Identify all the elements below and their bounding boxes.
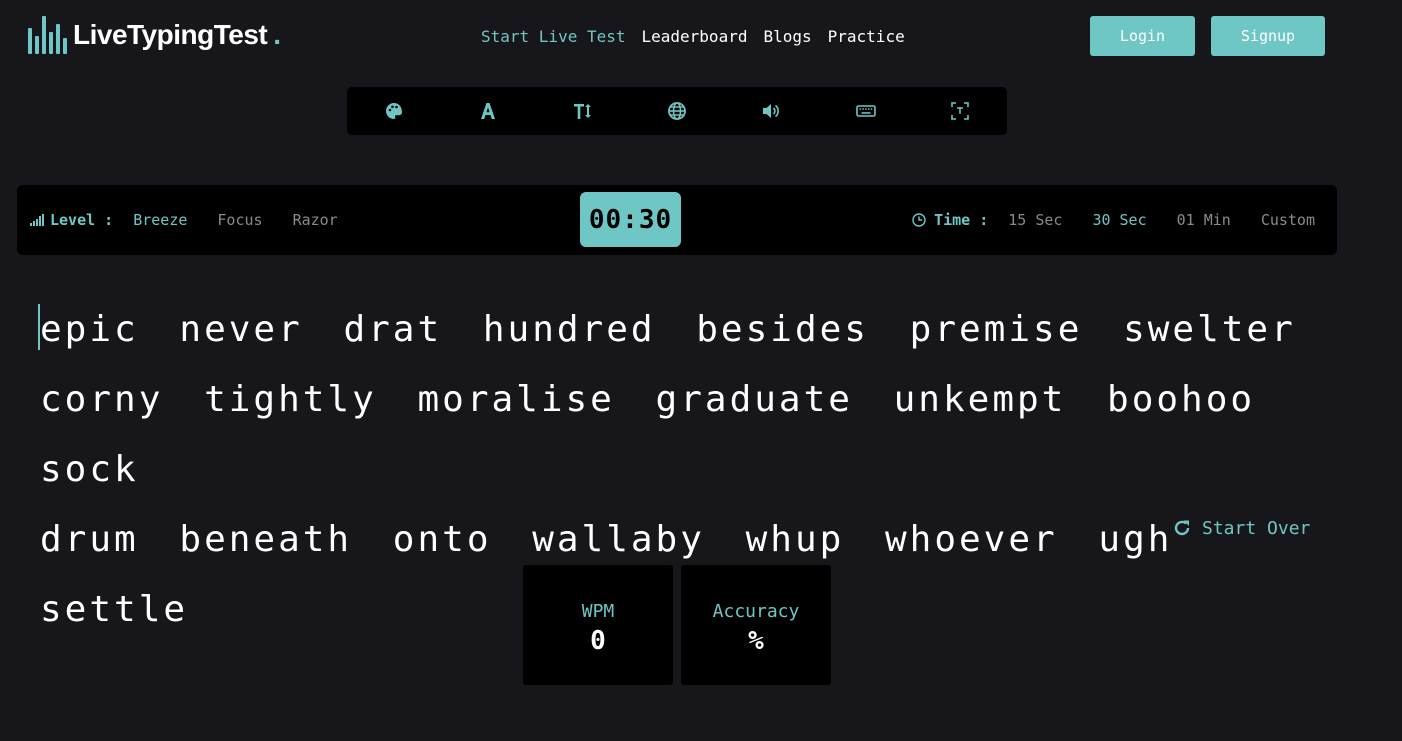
time-option-15-sec[interactable]: 15 Sec <box>1008 211 1062 229</box>
level-option-focus[interactable]: Focus <box>217 211 262 229</box>
settings-toolbar <box>347 87 1007 135</box>
globe-icon[interactable] <box>657 91 697 131</box>
word: never <box>179 309 303 350</box>
logo-text: LiveTypingTest <box>73 19 268 50</box>
login-button[interactable]: Login <box>1090 16 1195 56</box>
logo-dot: . <box>273 19 281 50</box>
nav-start-live-test[interactable]: Start Live Test <box>481 27 626 46</box>
word: graduate <box>655 379 853 420</box>
test-settings-bar: Level : Breeze Focus Razor 00:30 Time : … <box>17 185 1337 255</box>
word: moralise <box>417 379 615 420</box>
word: corny <box>40 379 164 420</box>
word: tightly <box>204 379 377 420</box>
main-nav: Start Live Test Leaderboard Blogs Practi… <box>481 27 905 46</box>
level-option-razor[interactable]: Razor <box>293 211 338 229</box>
countdown-timer: 00:30 <box>580 192 681 247</box>
word: drum <box>40 519 139 560</box>
word: onto <box>392 519 492 560</box>
palette-icon[interactable] <box>374 91 414 131</box>
word: whoever <box>884 519 1058 560</box>
keyboard-icon[interactable] <box>846 91 886 131</box>
time-option-custom[interactable]: Custom <box>1261 211 1315 229</box>
time-selector: Time : 15 Sec 30 Sec 01 Min Custom <box>912 185 1315 255</box>
nav-blogs[interactable]: Blogs <box>763 27 811 46</box>
level-option-breeze[interactable]: Breeze <box>133 211 187 229</box>
font-icon[interactable] <box>468 91 508 131</box>
level-selector: Level : Breeze Focus Razor <box>30 185 368 255</box>
word: settle <box>40 589 189 630</box>
word: sock <box>40 449 139 490</box>
text-size-icon[interactable] <box>563 91 603 131</box>
time-label: Time : <box>934 211 989 229</box>
site-logo[interactable]: LiveTypingTest. <box>28 14 281 56</box>
word: premise <box>909 309 1083 350</box>
word: besides <box>696 309 869 350</box>
level-label: Level : <box>50 211 114 229</box>
word: unkempt <box>893 379 1067 420</box>
nav-leaderboard[interactable]: Leaderboard <box>642 27 748 46</box>
nav-practice[interactable]: Practice <box>828 27 905 46</box>
word: beneath <box>179 519 353 560</box>
word: whup <box>745 519 845 560</box>
signup-button[interactable]: Signup <box>1211 16 1325 56</box>
sound-icon[interactable] <box>751 91 791 131</box>
logo-bars-icon <box>28 16 67 54</box>
clock-icon <box>912 213 926 227</box>
page: LiveTypingTest. Start Live Test Leaderbo… <box>0 0 1402 741</box>
word: hundred <box>482 309 656 350</box>
accuracy-card: Accuracy % <box>681 565 831 685</box>
start-over-label: Start Over <box>1202 517 1311 539</box>
wpm-label: WPM <box>581 600 615 622</box>
word: wallaby <box>532 519 705 560</box>
time-option-01-min[interactable]: 01 Min <box>1177 211 1231 229</box>
word: boohoo <box>1107 379 1256 420</box>
word: epic <box>40 309 139 350</box>
time-option-30-sec[interactable]: 30 Sec <box>1092 211 1146 229</box>
word-line: corny tightly moralise graduate unkempt … <box>40 365 1340 505</box>
restart-icon <box>1174 520 1190 536</box>
signal-bars-icon <box>30 214 44 226</box>
accuracy-value: % <box>748 625 764 656</box>
word: swelter <box>1123 309 1296 350</box>
fullscreen-icon[interactable] <box>940 91 980 131</box>
word: ugh <box>1098 519 1173 560</box>
wpm-value: 0 <box>590 625 606 656</box>
accuracy-label: Accuracy <box>712 600 800 622</box>
word-line: epic never drat hundred besides premise … <box>38 295 1340 365</box>
word: drat <box>343 309 443 350</box>
start-over-button[interactable]: Start Over <box>1172 514 1310 542</box>
wpm-card: WPM 0 <box>523 565 673 685</box>
